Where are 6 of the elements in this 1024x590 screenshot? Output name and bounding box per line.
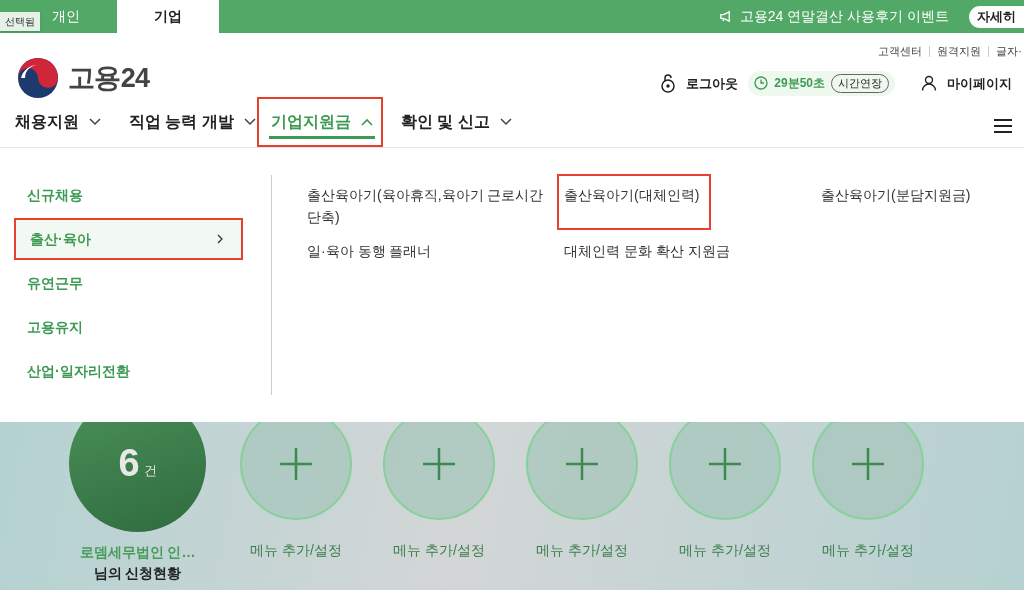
timer-text: 29분50초 bbox=[774, 75, 825, 93]
status-caption: 님의 신청현황 bbox=[93, 564, 182, 583]
count-unit: 건 bbox=[143, 461, 157, 480]
company-name: 로뎀세무법인 인… bbox=[79, 543, 196, 562]
tooltip: 선택됨 bbox=[0, 12, 40, 31]
count-number: 6 bbox=[118, 441, 140, 486]
